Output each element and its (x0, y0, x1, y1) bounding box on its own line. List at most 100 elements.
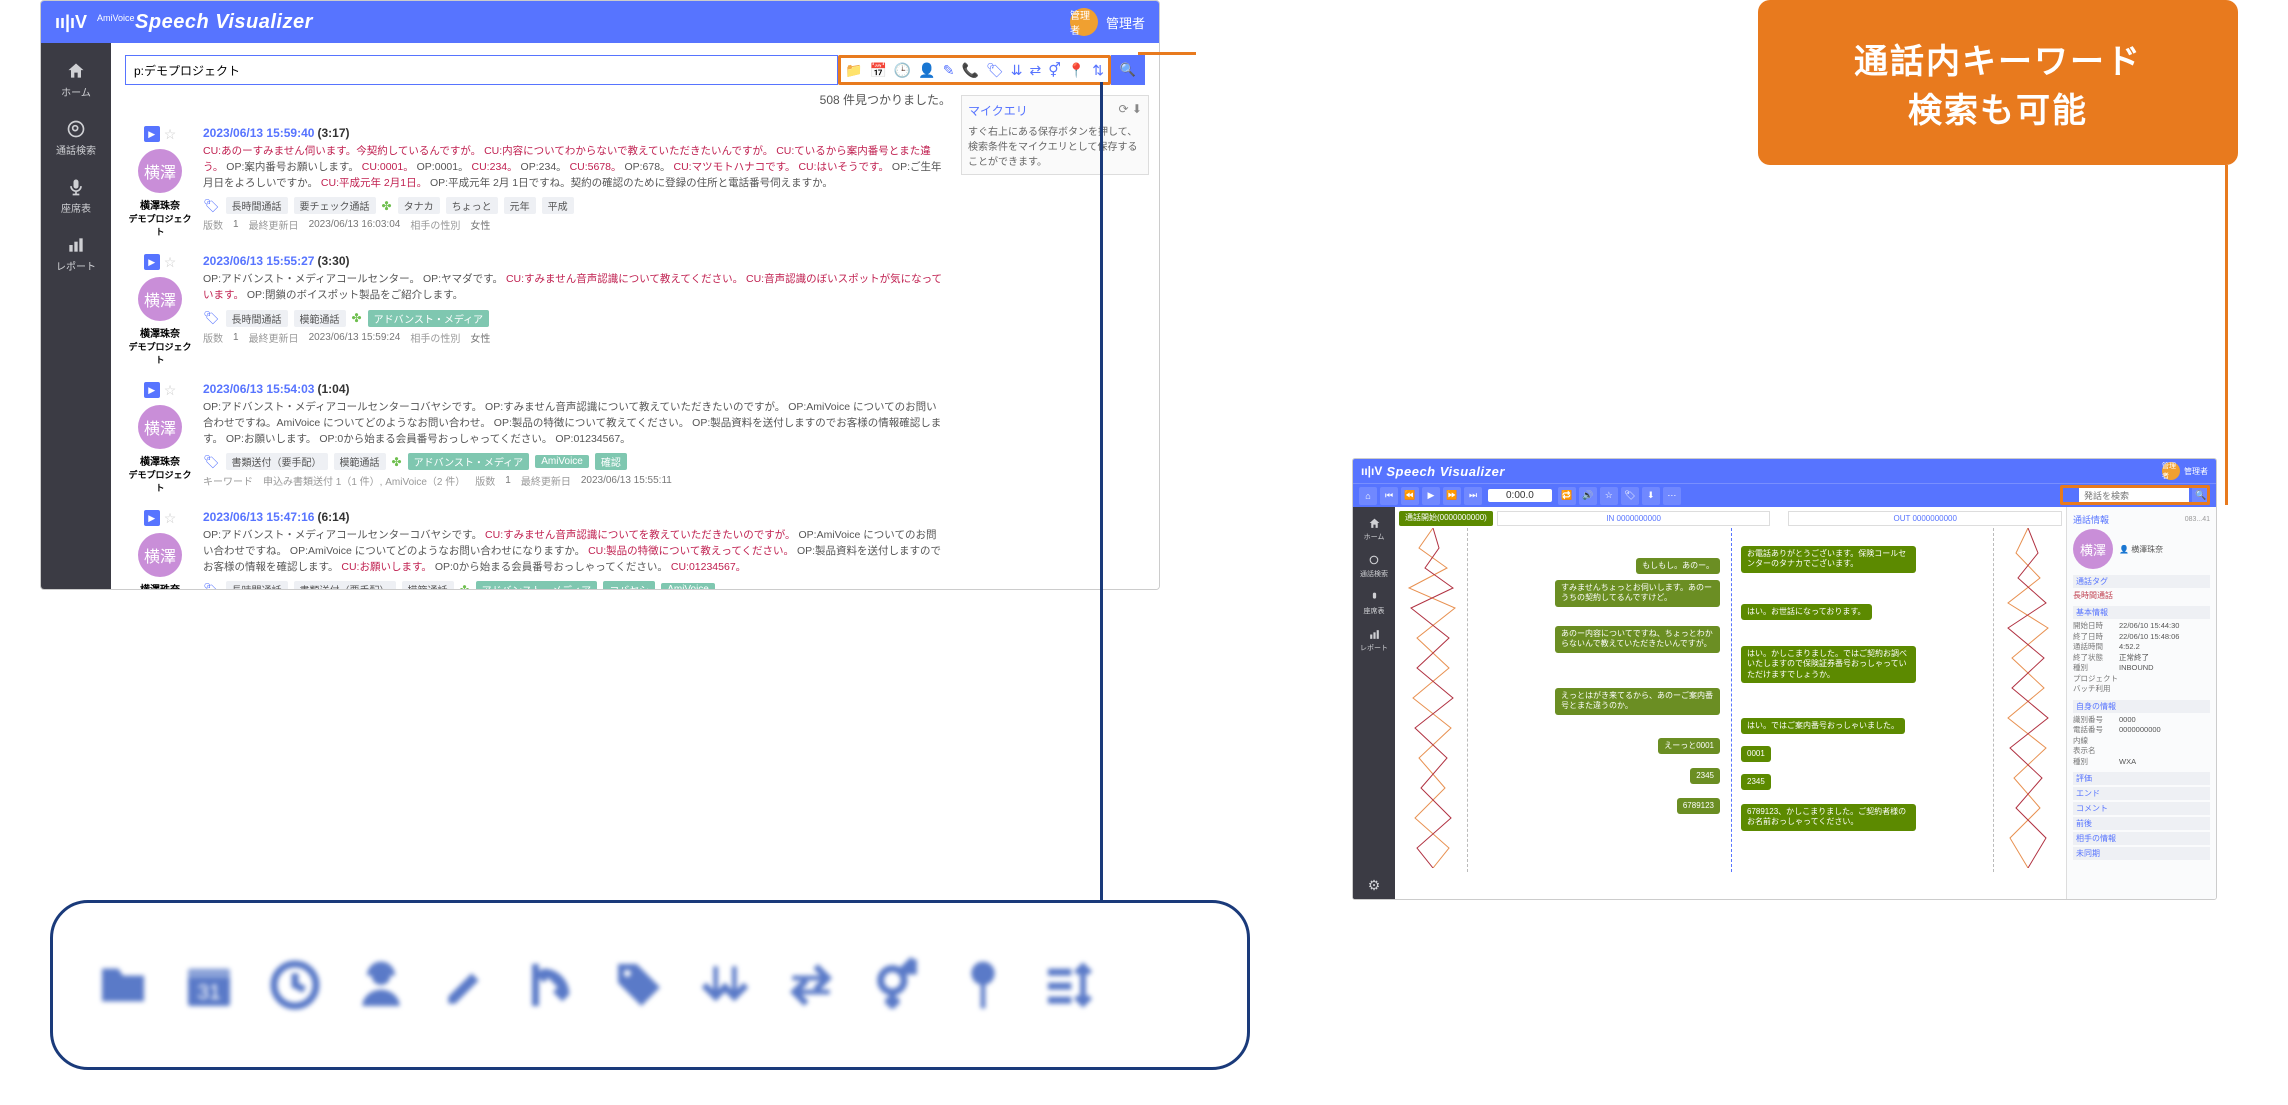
utterance-search-input[interactable] (2079, 488, 2189, 504)
result-row[interactable]: ▶☆ 横澤 横澤珠奈 デモプロジェクト 2023/06/13 15:47:16 … (125, 500, 1145, 590)
mini-topbar: ıı|ıV Speech Visualizer 管理者 管理者 (1353, 459, 2216, 483)
tag[interactable]: 模範通話 (334, 453, 386, 470)
user-badge[interactable]: 管理者 (2162, 462, 2180, 480)
utterance-bubble-customer[interactable]: えーっと0001 (1658, 738, 1720, 754)
tag-keyword[interactable]: 元年 (504, 197, 536, 214)
pin-icon[interactable]: 📍 (1068, 62, 1085, 79)
result-row[interactable]: ▶☆ 横澤 横澤珠奈 デモプロジェクト 2023/06/13 15:54:03 … (125, 372, 1145, 500)
section-title[interactable]: エンド (2073, 787, 2210, 800)
utterance-bubble-operator[interactable]: はい。かしこまりました。ではご契約お調べいたしますので保険証券番号おっしゃってい… (1741, 646, 1916, 683)
agent-icon[interactable]: 👤 (918, 62, 935, 79)
skip-back-button[interactable]: ⏮ (1380, 487, 1398, 505)
calendar-icon[interactable]: 📅 (869, 62, 886, 79)
star-button[interactable]: ☆ (1600, 487, 1618, 505)
sidebar-item-search[interactable]: 通話検索 (1353, 548, 1395, 585)
utterance-bubble-operator[interactable]: 6789123、かしこまりました。ご契約者様のお名前おっしゃってください。 (1741, 804, 1916, 831)
tag-keyword[interactable]: アドバンスト・メディア (408, 453, 530, 470)
utterance-bubble-customer[interactable]: もしもし。あのー。 (1636, 558, 1720, 574)
sidebar-item-search[interactable]: 通話検索 (41, 109, 111, 167)
sidebar-item-seats[interactable]: 座席表 (41, 167, 111, 225)
timestamp[interactable]: 2023/06/13 15:55:27 (203, 254, 314, 268)
play-button[interactable]: ▶ (144, 382, 160, 398)
utterance-bubble-customer[interactable]: すみませんちょっとお伺いします。あのーうちの契約してるんですけど。 (1555, 580, 1720, 607)
utterance-bubble-operator[interactable]: お電話ありがとうございます。保険コールセンターのタナカでございます。 (1741, 546, 1916, 573)
tag-keyword[interactable]: アドバンスト・メディア (476, 581, 598, 590)
section-title[interactable]: 前後 (2073, 817, 2210, 830)
utterance-bubble-operator[interactable]: 0001 (1741, 746, 1771, 762)
tag[interactable]: 長時間通話 (226, 197, 288, 214)
utterance-bubble-operator[interactable]: 2345 (1741, 774, 1771, 790)
tag[interactable]: 書類送付（要手配） (226, 453, 328, 470)
skip-fwd-button[interactable]: ⏭ (1464, 487, 1482, 505)
play-button[interactable]: ▶ (144, 254, 160, 270)
logo-mark-icon: ıı|ıV (1361, 464, 1382, 478)
tag-keyword[interactable]: 平成 (542, 197, 574, 214)
utterance-search-button[interactable]: 🔍 (2192, 487, 2210, 505)
user-badge[interactable]: 管理者 (1070, 8, 1098, 36)
swap-icon[interactable]: ⇄ (1029, 62, 1041, 79)
tag[interactable]: 長時間通話 (226, 581, 288, 590)
star-button[interactable]: ☆ (164, 510, 177, 527)
section-title[interactable]: 相手の情報 (2073, 832, 2210, 845)
folder-icon[interactable]: 📁 (845, 62, 862, 79)
vol-button[interactable]: 🔊 (1579, 487, 1597, 505)
sidebar-item-home[interactable]: ホーム (1353, 511, 1395, 548)
star-button[interactable]: ☆ (164, 382, 177, 399)
gender-icon[interactable]: ⚥ (1048, 62, 1061, 79)
tag[interactable]: 模範通話 (294, 310, 346, 327)
loop-button[interactable]: 🔁 (1558, 487, 1576, 505)
user-name[interactable]: 管理者 (1106, 13, 1145, 32)
sidebar-item-report[interactable]: レポート (1353, 622, 1395, 659)
sidebar-item-seats[interactable]: 座席表 (1353, 585, 1395, 622)
sidebar-item-report[interactable]: レポート (41, 225, 111, 283)
tag[interactable]: 書類送付（要手配） (294, 581, 396, 590)
utterance-bubble-customer[interactable]: えっとはがき来てるから、あのーご案内番号とまた違うのか。 (1555, 688, 1720, 715)
star-button[interactable]: ☆ (164, 126, 177, 143)
tag-keyword[interactable]: ちょっと (446, 197, 498, 214)
timestamp[interactable]: 2023/06/13 15:47:16 (203, 510, 314, 524)
search-input[interactable] (125, 55, 838, 85)
utterance-bubble-operator[interactable]: はい。お世話になっております。 (1741, 604, 1872, 620)
download-button[interactable]: ⬇ (1642, 487, 1660, 505)
section-title[interactable]: 未同期 (2073, 847, 2210, 860)
tag-keyword[interactable]: 確認 (595, 453, 627, 470)
rewind-button[interactable]: ⏪ (1401, 487, 1419, 505)
utterance-bubble-customer[interactable]: あのー内容についてですね、ちょっとわからないんで教えていただきたいんですが。 (1555, 626, 1720, 653)
svg-text:31: 31 (197, 981, 220, 1004)
play-button[interactable]: ▶ (1422, 487, 1440, 505)
sort-icon[interactable]: ⇅ (1092, 62, 1104, 79)
tag-button[interactable]: 🏷 (1621, 487, 1639, 505)
tag-icon[interactable]: 🏷 (986, 62, 1004, 79)
forward-button[interactable]: ⏩ (1443, 487, 1461, 505)
section-title[interactable]: 評価 (2073, 772, 2210, 785)
timestamp[interactable]: 2023/06/13 15:59:40 (203, 126, 314, 140)
phone-icon[interactable]: 📞 (962, 62, 979, 79)
utterance-bubble-customer[interactable]: 2345 (1690, 768, 1720, 784)
play-button[interactable]: ▶ (144, 510, 160, 526)
settings-button[interactable]: ⚙ (1353, 871, 1395, 899)
home-button[interactable]: ⌂ (1359, 487, 1377, 505)
tag-keyword[interactable]: AmiVoice (661, 583, 715, 590)
timestamp[interactable]: 2023/06/13 15:54:03 (203, 382, 314, 396)
clock-icon[interactable]: 🕒 (894, 62, 911, 79)
star-button[interactable]: ☆ (164, 254, 177, 271)
tag-keyword[interactable]: アドバンスト・メディア (368, 310, 490, 327)
tag-keyword[interactable]: コバヤシ (603, 581, 655, 590)
section-title[interactable]: コメント (2073, 802, 2210, 815)
tag[interactable]: 長時間通話 (226, 310, 288, 327)
tag[interactable]: 要チェック通話 (294, 197, 376, 214)
tag-keyword[interactable]: タナカ (398, 197, 440, 214)
sidebar-item-home[interactable]: ホーム (41, 51, 111, 109)
utterance-bubble-operator[interactable]: はい。ではご案内番号おっしゃいました。 (1741, 718, 1905, 734)
edit-icon[interactable]: ✎ (943, 62, 955, 79)
play-button[interactable]: ▶ (144, 126, 160, 142)
tag-keyword[interactable]: AmiVoice (535, 455, 589, 468)
search-button[interactable]: 🔍 (1111, 55, 1145, 85)
call-status: 通話開始(0000000000) (1399, 511, 1493, 526)
tag[interactable]: 模範通話 (402, 581, 454, 590)
more-button[interactable]: ⋯ (1663, 487, 1681, 505)
arrows-down-icon[interactable]: ⇊ (1011, 62, 1023, 79)
result-row[interactable]: ▶☆ 横澤 横澤珠奈 デモプロジェクト 2023/06/13 15:55:27 … (125, 244, 1145, 372)
utterance-bubble-customer[interactable]: 6789123 (1677, 798, 1720, 814)
myquery-actions[interactable]: ⟳ ⬇ (1119, 102, 1142, 116)
